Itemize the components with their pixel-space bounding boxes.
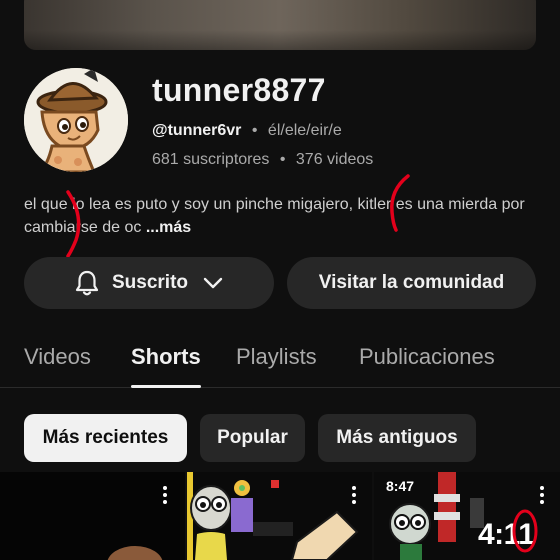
avatar-drawing xyxy=(24,68,128,172)
bell-icon xyxy=(74,269,100,297)
channel-stats: 681 suscriptores • 376 videos xyxy=(152,151,373,169)
tab-publicaciones[interactable]: Publicaciones xyxy=(359,344,495,370)
channel-pronouns: él/ele/eir/e xyxy=(267,122,342,139)
channel-meta[interactable]: @tunner6vr • él/ele/eir/e xyxy=(152,122,342,140)
channel-description[interactable]: el que lo lea es puto y soy un pinche mi… xyxy=(24,193,536,239)
subscribed-label: Suscrito xyxy=(111,272,189,293)
separator-dot: • xyxy=(279,151,286,168)
channel-avatar[interactable] xyxy=(24,68,128,172)
more-vert-icon[interactable] xyxy=(352,486,356,504)
shorts-grid: 8:47 4:11 xyxy=(0,472,560,560)
tab-videos[interactable]: Videos xyxy=(24,344,91,370)
separator-dot: • xyxy=(251,122,258,139)
video-count: 376 videos xyxy=(295,151,374,168)
channel-handle: @tunner6vr xyxy=(152,122,242,139)
visit-community-label: Visitar la comunidad xyxy=(318,272,505,293)
filter-most-recent[interactable]: Más recientes xyxy=(24,414,187,462)
short-overlay-text: 4:11 xyxy=(478,518,535,551)
description-text: el que lo lea es puto y soy un pinche mi… xyxy=(24,196,525,236)
short-thumbnail[interactable] xyxy=(0,472,185,560)
chevron-down-icon xyxy=(202,276,224,290)
tab-shorts[interactable]: Shorts xyxy=(131,344,201,370)
short-timestamp: 8:47 xyxy=(386,478,415,494)
short-thumbnail[interactable] xyxy=(187,472,372,560)
subscribed-button[interactable]: Suscrito xyxy=(24,257,274,309)
more-vert-icon[interactable] xyxy=(163,486,167,504)
filter-popular[interactable]: Popular xyxy=(200,414,305,462)
channel-name: tunner8877 xyxy=(152,72,326,108)
active-tab-indicator xyxy=(131,385,201,388)
more-link[interactable]: ...más xyxy=(146,219,191,236)
filter-oldest[interactable]: Más antiguos xyxy=(318,414,476,462)
thumbnail-image xyxy=(0,472,185,560)
thumbnail-image xyxy=(187,472,372,560)
channel-banner[interactable] xyxy=(24,0,536,50)
channel-tabs: Videos Shorts Playlists Publicaciones xyxy=(0,330,560,388)
more-vert-icon[interactable] xyxy=(540,486,544,504)
short-thumbnail[interactable]: 8:47 4:11 xyxy=(374,472,560,560)
visit-community-button[interactable]: Visitar la comunidad xyxy=(287,257,536,309)
tab-playlists[interactable]: Playlists xyxy=(236,344,317,370)
subscriber-count: 681 suscriptores xyxy=(152,151,270,168)
